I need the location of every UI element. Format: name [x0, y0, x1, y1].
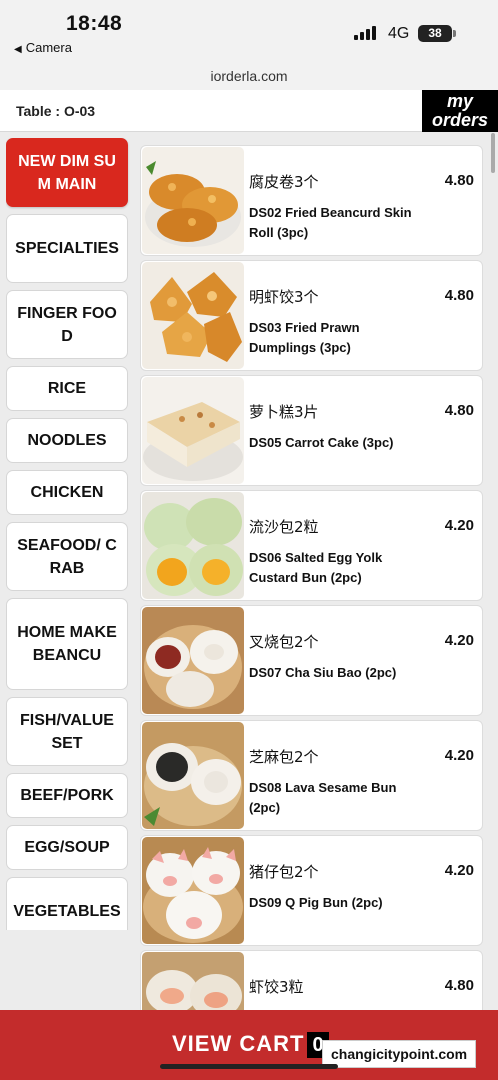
home-indicator[interactable]	[160, 1064, 338, 1069]
food-photo-sesame-bun	[142, 722, 244, 829]
food-photo-pig-bun	[142, 837, 244, 944]
item-name-zh: 叉烧包2个	[249, 633, 319, 651]
category-new-dim-sum-main[interactable]: NEW DIM SUM MAIN	[6, 138, 128, 207]
menu-item-har-gow[interactable]: 虾饺3粒 4.80	[140, 950, 483, 1011]
item-name-zh: 萝卜糕3片	[249, 403, 319, 421]
category-egg-soup[interactable]: EGG/SOUP	[6, 825, 128, 870]
food-photo-fried-prawn-dumplings	[142, 262, 244, 369]
item-name-zh: 明虾饺3个	[249, 288, 319, 306]
category-beef-pork[interactable]: BEEF/PORK	[6, 773, 128, 818]
item-price: 4.80	[444, 977, 474, 994]
food-photo-prawn-dumplings	[142, 952, 244, 1011]
status-bar: 18:48 ◀ Camera 4G 38	[0, 0, 498, 62]
signal-icon	[354, 26, 376, 40]
menu-item-ds08[interactable]: 芝麻包2个 4.20 DS08 Lava Sesame Bun (2pc)	[140, 720, 483, 831]
item-name-zh: 芝麻包2个	[249, 748, 319, 766]
menu-item-ds02[interactable]: 腐皮卷3个 4.80 DS02 Fried Beancurd Skin Roll…	[140, 145, 483, 256]
watermark: changicitypoint.com	[322, 1040, 477, 1068]
item-name-zh: 腐皮卷3个	[249, 173, 319, 191]
item-name-en: DS08 Lava Sesame Bun (2pc)	[249, 780, 397, 815]
food-photo-cha-siu-bao	[142, 607, 244, 714]
item-name-en: DS02 Fried Beancurd Skin Roll (3pc)	[249, 205, 412, 240]
item-name-en: DS09 Q Pig Bun (2pc)	[249, 895, 383, 910]
category-vegetables[interactable]: VEGETABLES	[6, 877, 128, 930]
item-price: 4.20	[444, 517, 474, 534]
view-cart-label: VIEW CART	[172, 1031, 305, 1056]
menu-list: 腐皮卷3个 4.80 DS02 Fried Beancurd Skin Roll…	[140, 145, 484, 1011]
back-to-app-link[interactable]: ◀ Camera	[14, 40, 72, 55]
category-home-make-beancu[interactable]: HOME MAKE BEANCU	[6, 598, 128, 690]
category-noodles[interactable]: NOODLES	[6, 418, 128, 463]
item-price: 4.80	[444, 172, 474, 189]
menu-item-ds09[interactable]: 猪仔包2个 4.20 DS09 Q Pig Bun (2pc)	[140, 835, 483, 946]
category-rice[interactable]: RICE	[6, 366, 128, 411]
item-name-zh: 虾饺3粒	[249, 978, 304, 996]
table-number: Table : O-03	[16, 103, 96, 119]
item-name-en: DS03 Fried Prawn Dumplings (3pc)	[249, 320, 360, 355]
back-app-label: Camera	[25, 40, 72, 55]
category-seafood-crab[interactable]: SEAFOOD/ CRAB	[6, 522, 128, 591]
food-photo-custard-bun	[142, 492, 244, 599]
item-name-en: DS06 Salted Egg Yolk Custard Bun (2pc)	[249, 550, 383, 585]
battery-icon: 38	[418, 25, 456, 42]
scrollbar[interactable]	[491, 133, 495, 173]
item-name-zh: 猪仔包2个	[249, 863, 319, 881]
url-bar[interactable]: iorderla.com	[0, 62, 498, 90]
menu-item-ds06[interactable]: 流沙包2粒 4.20 DS06 Salted Egg Yolk Custard …	[140, 490, 483, 601]
category-chicken[interactable]: CHICKEN	[6, 470, 128, 515]
item-price: 4.80	[444, 402, 474, 419]
category-specialties[interactable]: SPECIALTIES	[6, 214, 128, 283]
category-finger-food[interactable]: FINGER FOOD	[6, 290, 128, 359]
food-photo-carrot-cake	[142, 377, 244, 484]
network-type: 4G	[388, 25, 410, 42]
back-arrow-icon: ◀	[14, 44, 22, 55]
item-name-en: DS07 Cha Siu Bao (2pc)	[249, 665, 397, 680]
menu-item-ds03[interactable]: 明虾饺3个 4.80 DS03 Fried Prawn Dumplings (3…	[140, 260, 483, 371]
food-photo-beancurd-roll	[142, 147, 244, 254]
menu-item-ds05[interactable]: 萝卜糕3片 4.80 DS05 Carrot Cake (3pc)	[140, 375, 483, 486]
item-name-en: DS05 Carrot Cake (3pc)	[249, 435, 394, 450]
item-price: 4.80	[444, 287, 474, 304]
table-header: Table : O-03 my orders	[0, 90, 498, 132]
item-price: 4.20	[444, 747, 474, 764]
item-name-zh: 流沙包2粒	[249, 518, 319, 536]
item-price: 4.20	[444, 862, 474, 879]
item-price: 4.20	[444, 632, 474, 649]
category-fish-value-set[interactable]: FISH/VALUE SET	[6, 697, 128, 766]
my-orders-button[interactable]: my orders	[422, 90, 498, 132]
menu-item-ds07[interactable]: 叉烧包2个 4.20 DS07 Cha Siu Bao (2pc)	[140, 605, 483, 716]
status-time: 18:48	[66, 12, 123, 35]
category-sidebar: NEW DIM SUM MAIN SPECIALTIES FINGER FOOD…	[6, 138, 130, 930]
